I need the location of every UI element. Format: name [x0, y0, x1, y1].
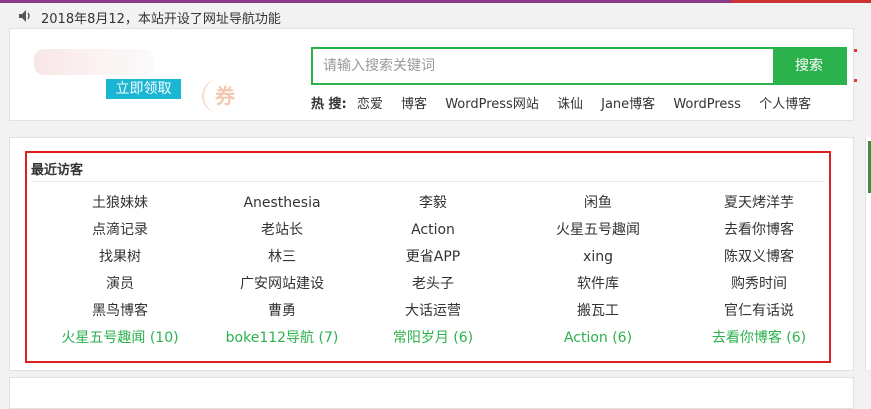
hot-search-label: 热 搜: — [311, 97, 347, 112]
speaker-icon — [19, 10, 30, 22]
top-visitor-link[interactable]: Action (6) — [513, 328, 683, 348]
hot-search-item[interactable]: 个人博客 — [759, 97, 811, 112]
visitor-link[interactable]: 曹勇 — [197, 301, 367, 321]
search-button[interactable]: 搜索 — [773, 49, 845, 83]
visitor-link[interactable]: 老站长 — [197, 220, 367, 240]
coupon-icon: 券 — [202, 79, 246, 113]
top-visitor-link[interactable]: 去看你博客 (6) — [674, 328, 844, 348]
visitor-row: 点滴记录 老站长 Action 火星五号趣闻 去看你博客 — [27, 220, 829, 247]
visitor-link[interactable]: 官仁有话说 — [674, 301, 844, 321]
visitor-link[interactable]: 闲鱼 — [513, 193, 683, 213]
recent-visitors-title: 最近访客 — [31, 163, 84, 178]
visitor-row: 演员 广安网站建设 老头子 软件库 购秀时间 — [27, 274, 829, 301]
notice-text: 2018年8月12，本站开设了网址导航功能 — [41, 12, 281, 27]
visitor-link[interactable]: 黑鸟博客 — [35, 301, 205, 321]
visitor-link[interactable]: 演员 — [35, 274, 205, 294]
visitor-grid: 土狼妹妹 Anesthesia 李毅 闲鱼 夏天烤洋芋 点滴记录 老站长 Act… — [27, 193, 829, 355]
top-visitor-link[interactable]: 火星五号趣闻 (10) — [35, 328, 205, 348]
visitor-link[interactable]: 软件库 — [513, 274, 683, 294]
visitor-link[interactable]: Anesthesia — [197, 193, 367, 213]
visitor-link[interactable]: 大话运营 — [348, 301, 518, 321]
visitor-link[interactable]: 去看你博客 — [674, 220, 844, 240]
visitor-row: 找果树 林三 更省APP xing 陈双义博客 — [27, 247, 829, 274]
visitor-row: 土狼妹妹 Anesthesia 李毅 闲鱼 夏天烤洋芋 — [27, 193, 829, 220]
top-visitor-link[interactable]: boke112导航 (7) — [197, 328, 367, 348]
visitor-link[interactable]: 点滴记录 — [35, 220, 205, 240]
hot-search-item[interactable]: WordPress网站 — [445, 97, 539, 112]
visitor-link[interactable]: 更省APP — [348, 247, 518, 267]
visitor-link[interactable]: 夏天烤洋芋 — [674, 193, 844, 213]
visitor-link[interactable]: 找果树 — [35, 247, 205, 267]
visitor-link[interactable]: 林三 — [197, 247, 367, 267]
recent-visitors-card: 最近访客 土狼妹妹 Anesthesia 李毅 闲鱼 夏天烤洋芋 点滴记录 老站… — [9, 137, 854, 371]
sidebar-edge — [865, 137, 871, 369]
site-logo[interactable] — [34, 49, 154, 75]
visitor-link[interactable]: 搬瓦工 — [513, 301, 683, 321]
search-input[interactable] — [313, 49, 785, 83]
hot-search-item[interactable]: WordPress — [673, 97, 741, 112]
visitor-link[interactable]: 陈双义博客 — [674, 247, 844, 267]
recent-visitors-box: 最近访客 土狼妹妹 Anesthesia 李毅 闲鱼 夏天烤洋芋 点滴记录 老站… — [25, 151, 831, 363]
top-visitor-link[interactable]: 常阳岁月 (6) — [348, 328, 518, 348]
hot-search-item[interactable]: 诛仙 — [557, 97, 583, 112]
hot-search-item[interactable]: 恋爱 — [357, 97, 383, 112]
next-section-card — [9, 377, 854, 409]
top-accent-bar — [0, 0, 871, 3]
visitor-link[interactable]: 老头子 — [348, 274, 518, 294]
visitor-link[interactable]: xing — [513, 247, 683, 267]
search-box: 搜索 — [311, 47, 847, 85]
visitor-link[interactable]: 广安网站建设 — [197, 274, 367, 294]
top-visitor-row: 火星五号趣闻 (10) boke112导航 (7) 常阳岁月 (6) Actio… — [27, 328, 829, 355]
visitor-link[interactable]: 土狼妹妹 — [35, 193, 205, 213]
visitor-link[interactable]: Action — [348, 220, 518, 240]
visitor-link[interactable]: 李毅 — [348, 193, 518, 213]
visitor-link[interactable]: 火星五号趣闻 — [513, 220, 683, 240]
visitor-row: 黑鸟博客 曹勇 大话运营 搬瓦工 官仁有话说 — [27, 301, 829, 328]
hot-search-item[interactable]: 博客 — [401, 97, 427, 112]
title-divider — [31, 181, 825, 182]
notice-bar: 2018年8月12，本站开设了网址导航功能 — [0, 4, 871, 28]
side-marker — [854, 49, 857, 52]
claim-button[interactable]: 立即领取 — [106, 79, 181, 99]
header-card: 立即领取 券 搜索 热 搜: 恋爱 博客 WordPress网站 诛仙 Jane… — [9, 28, 854, 121]
hot-search-list: 热 搜: 恋爱 博客 WordPress网站 诛仙 Jane博客 WordPre… — [311, 93, 825, 112]
side-marker — [854, 79, 857, 82]
visitor-link[interactable]: 购秀时间 — [674, 274, 844, 294]
hot-search-item[interactable]: Jane博客 — [601, 97, 655, 112]
